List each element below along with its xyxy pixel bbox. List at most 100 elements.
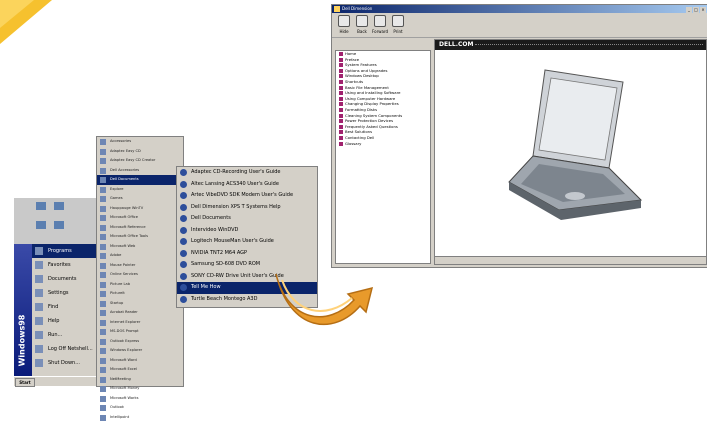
dell-documents-item[interactable]: Altec Lansing ACS340 User's Guide [177, 179, 317, 191]
programs-menu-item[interactable]: Internet Explorer [97, 318, 183, 328]
folder-icon [100, 291, 106, 297]
toolbar-button-label: Print [390, 29, 406, 34]
desktop-icon[interactable] [36, 202, 46, 210]
toc-item-label: Formatting Disks [345, 107, 377, 112]
menu-item-icon [35, 331, 43, 339]
document-icon [180, 296, 187, 303]
horizontal-scrollbar[interactable] [435, 256, 706, 264]
book-icon [339, 136, 343, 140]
toc-item-label: Home [345, 51, 356, 56]
start-menu: ProgramsFavorites Documents Settings Find He… [32, 244, 99, 376]
start-menu-item[interactable]: Settings [32, 286, 98, 300]
toc-item[interactable]: Glossary [336, 141, 430, 147]
start-menu-item-label: Help [48, 318, 59, 324]
toc-item-label: Frequently Asked Questions [345, 124, 398, 129]
toolbar-button-label: Back [354, 29, 370, 34]
start-menu-item[interactable]: Shut Down... [32, 356, 98, 370]
programs-menu-item[interactable]: MS-DOS Prompt [97, 327, 183, 337]
folder-icon [100, 149, 106, 155]
programs-menu-item[interactable]: Mouse Pointer [97, 261, 183, 271]
book-icon [339, 114, 343, 118]
start-menu-item[interactable]: Help [32, 314, 98, 328]
document-icon [180, 261, 187, 268]
folder-icon [100, 196, 106, 202]
programs-menu-item[interactable]: Startup [97, 299, 183, 309]
toolbar-button-hide[interactable]: Hide [336, 15, 352, 34]
programs-menu-item[interactable]: NetMeeting [97, 375, 183, 385]
start-menu-item-label: Find [48, 304, 58, 310]
programs-menu-item[interactable]: Acrobat Reader [97, 308, 183, 318]
start-menu-item[interactable]: Programs [32, 244, 98, 258]
programs-menu-item[interactable]: Microsoft Word [97, 356, 183, 366]
programs-menu-item-label: Adobe [110, 253, 121, 257]
dell-documents-item-label: Dell Documents [191, 215, 231, 221]
programs-menu-item[interactable]: Dell Accessories [97, 166, 183, 176]
toc-item-label: Changing Display Properties [345, 101, 399, 106]
toolbar-button-print[interactable]: Print [390, 15, 406, 34]
toolbar-button-forward[interactable]: Forward [372, 15, 388, 34]
folder-icon [100, 310, 106, 316]
programs-menu-item-label: Outlook [110, 405, 124, 409]
programs-menu-item[interactable]: Microsoft Reference [97, 223, 183, 233]
programs-menu-item[interactable]: Outlook [97, 403, 183, 413]
programs-menu-item[interactable]: Games [97, 194, 183, 204]
programs-menu-item[interactable]: Outlook Express [97, 337, 183, 347]
programs-menu-item[interactable]: Adaptec Easy CD [97, 147, 183, 157]
help-content-pane: DELL.COM [434, 39, 707, 265]
toc-item-label: System Features [345, 62, 377, 67]
programs-menu-item-label: Dell Documents [110, 177, 139, 181]
programs-menu-item[interactable]: Microsoft Web [97, 242, 183, 252]
dell-documents-item[interactable]: NVIDIA TNT2 M64 AGP [177, 248, 317, 260]
programs-menu-item[interactable]: Intellipoint [97, 413, 183, 422]
laptop-illustration [505, 60, 645, 230]
programs-menu-item[interactable]: Microsoft Works [97, 394, 183, 404]
programs-menu-item[interactable]: Dell Documents [97, 175, 183, 185]
start-menu-item[interactable]: Find [32, 300, 98, 314]
programs-menu-item[interactable]: Microsoft Excel [97, 365, 183, 375]
start-menu-item[interactable]: Favorites [32, 258, 98, 272]
folder-icon [100, 177, 106, 183]
start-menu-item[interactable]: Log Off Netshell... [32, 342, 98, 356]
menu-item-icon [35, 261, 43, 269]
desktop-icon[interactable] [54, 221, 64, 229]
programs-menu-item[interactable]: Explore [97, 185, 183, 195]
help-window: Dell Dimension _□× HideBackForwardPrint … [331, 4, 707, 268]
toc-item-label: Cleaning System Components [345, 113, 402, 118]
dell-documents-item[interactable]: Adaptec CD-Recording User's Guide [177, 167, 317, 179]
dell-documents-item-label: Adaptec CD-Recording User's Guide [191, 169, 281, 175]
programs-menu-item[interactable]: Adaptec Easy CD Creator [97, 156, 183, 166]
dell-documents-item[interactable]: Dell Dimension XPS T Systems Help [177, 202, 317, 214]
desktop-icon[interactable] [54, 202, 64, 210]
book-icon [339, 97, 343, 101]
toolbar-button-back[interactable]: Back [354, 15, 370, 34]
programs-menu-item[interactable]: Hauppauge WinTV [97, 204, 183, 214]
help-titlebar[interactable]: Dell Dimension _□× [332, 5, 707, 13]
start-menu-item[interactable]: Run... [32, 328, 98, 342]
programs-menu-item[interactable]: Windows Explorer [97, 346, 183, 356]
dell-documents-item[interactable]: Logitech MouseMan User's Guide [177, 236, 317, 248]
start-button[interactable]: Start [15, 378, 35, 387]
start-menu-item[interactable]: Documents [32, 272, 98, 286]
programs-menu-item[interactable]: Adobe [97, 251, 183, 261]
desktop-icon[interactable] [36, 221, 46, 229]
corner-accent-light [0, 0, 34, 28]
programs-menu-item[interactable]: Accessories [97, 137, 183, 147]
start-menu-item-label: Documents [48, 276, 77, 282]
programs-menu: AccessoriesAdaptec Easy CDAdaptec Easy C… [96, 136, 184, 387]
programs-menu-item[interactable]: PictureIt [97, 289, 183, 299]
dell-documents-item[interactable]: Intervideo WinDVD [177, 225, 317, 237]
dell-documents-item[interactable]: Artec VibeDVD SDK Modem User's Guide [177, 190, 317, 202]
programs-menu-item[interactable]: Microsoft Office [97, 213, 183, 223]
dell-documents-item[interactable]: Dell Documents [177, 213, 317, 225]
book-icon [339, 86, 343, 90]
programs-menu-item-label: Microsoft Office [110, 215, 138, 219]
programs-menu-item[interactable]: Picture Lab [97, 280, 183, 290]
programs-menu-item[interactable]: Microsoft Office Tools [97, 232, 183, 242]
document-icon [180, 192, 187, 199]
document-icon [180, 238, 187, 245]
folder-icon [100, 139, 106, 145]
programs-menu-item-label: Microsoft Office Tools [110, 234, 148, 238]
help-window-icon [334, 6, 340, 12]
programs-menu-item[interactable]: Online Services [97, 270, 183, 280]
programs-menu-item[interactable]: Microsoft Money [97, 384, 183, 394]
